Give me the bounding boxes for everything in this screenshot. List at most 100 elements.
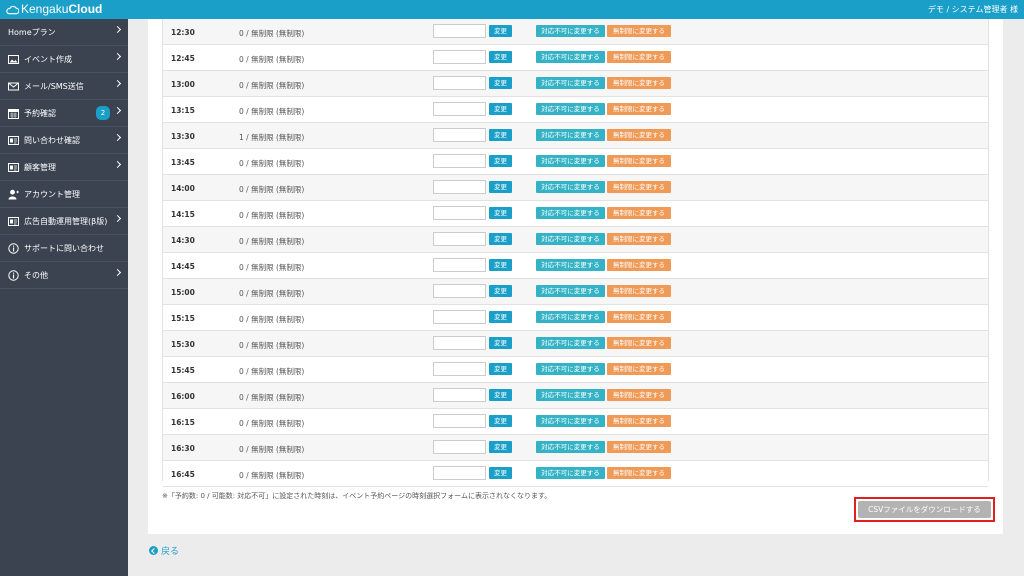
sidebar-item-label: 予約確認 xyxy=(24,108,56,118)
set-unlimited-button[interactable]: 無制限に変更する xyxy=(607,207,671,219)
change-button[interactable]: 変更 xyxy=(489,51,512,63)
capacity-input[interactable] xyxy=(433,76,486,90)
sidebar-item-7[interactable]: 広告自動運用管理(β版) xyxy=(0,208,128,235)
set-unlimited-button[interactable]: 無制限に変更する xyxy=(607,103,671,115)
sidebar-item-3[interactable]: 予約確認 2 xyxy=(0,100,128,127)
change-button[interactable]: 変更 xyxy=(489,415,512,427)
set-unlimited-button[interactable]: 無制限に変更する xyxy=(607,467,671,479)
csv-download-button[interactable]: CSVファイルをダウンロードする xyxy=(858,501,991,518)
change-button[interactable]: 変更 xyxy=(489,363,512,375)
sidebar-item-9[interactable]: その他 xyxy=(0,262,128,289)
set-not-available-button[interactable]: 対応不可に変更する xyxy=(536,51,605,63)
capacity-input[interactable] xyxy=(433,206,486,220)
capacity-input[interactable] xyxy=(433,180,486,194)
back-link-label: 戻る xyxy=(161,547,180,557)
set-not-available-button[interactable]: 対応不可に変更する xyxy=(536,441,605,453)
capacity-input[interactable] xyxy=(433,50,486,64)
set-unlimited-button[interactable]: 無制限に変更する xyxy=(607,129,671,141)
set-not-available-button[interactable]: 対応不可に変更する xyxy=(536,337,605,349)
mail-icon xyxy=(8,81,19,92)
capacity-input[interactable] xyxy=(433,310,486,324)
capacity-input[interactable] xyxy=(433,336,486,350)
logo[interactable]: Kengaku Cloud xyxy=(6,3,102,16)
change-button[interactable]: 変更 xyxy=(489,441,512,453)
set-unlimited-button[interactable]: 無制限に変更する xyxy=(607,389,671,401)
time-cell: 14:00 xyxy=(171,184,195,193)
change-button[interactable]: 変更 xyxy=(489,155,512,167)
change-button[interactable]: 変更 xyxy=(489,103,512,115)
set-unlimited-button[interactable]: 無制限に変更する xyxy=(607,25,671,37)
set-not-available-button[interactable]: 対応不可に変更する xyxy=(536,155,605,167)
change-button[interactable]: 変更 xyxy=(489,467,512,479)
table-row: 12:30 0 / 無制限 (無制限) 変更 対応不可に変更する 無制限に変更する xyxy=(163,19,988,45)
back-link[interactable]: 戻る xyxy=(149,544,179,557)
change-button[interactable]: 変更 xyxy=(489,285,512,297)
set-unlimited-button[interactable]: 無制限に変更する xyxy=(607,415,671,427)
sidebar-item-1[interactable]: イベント作成 xyxy=(0,46,128,73)
table-row: 16:45 0 / 無制限 (無制限) 変更 対応不可に変更する 無制限に変更する xyxy=(163,461,988,487)
set-unlimited-button[interactable]: 無制限に変更する xyxy=(607,259,671,271)
set-not-available-button[interactable]: 対応不可に変更する xyxy=(536,129,605,141)
capacity-input[interactable] xyxy=(433,258,486,272)
set-not-available-button[interactable]: 対応不可に変更する xyxy=(536,207,605,219)
sidebar-item-8[interactable]: サポートに問い合わせ xyxy=(0,235,128,262)
capacity-input[interactable] xyxy=(433,284,486,298)
change-button[interactable]: 変更 xyxy=(489,259,512,271)
change-button[interactable]: 変更 xyxy=(489,25,512,37)
sidebar-item-4[interactable]: 問い合わせ確認 xyxy=(0,127,128,154)
change-button[interactable]: 変更 xyxy=(489,233,512,245)
time-cell: 12:30 xyxy=(171,28,195,37)
capacity-input[interactable] xyxy=(433,102,486,116)
set-not-available-button[interactable]: 対応不可に変更する xyxy=(536,389,605,401)
set-unlimited-button[interactable]: 無制限に変更する xyxy=(607,311,671,323)
user-menu[interactable]: デモ / システム管理者 様 xyxy=(928,4,1018,15)
capacity-input[interactable] xyxy=(433,414,486,428)
set-unlimited-button[interactable]: 無制限に変更する xyxy=(607,181,671,193)
capacity-input[interactable] xyxy=(433,128,486,142)
sidebar-item-2[interactable]: メール/SMS送信 xyxy=(0,73,128,100)
change-button[interactable]: 変更 xyxy=(489,77,512,89)
set-unlimited-button[interactable]: 無制限に変更する xyxy=(607,155,671,167)
id-card-icon xyxy=(8,162,19,173)
set-unlimited-button[interactable]: 無制限に変更する xyxy=(607,285,671,297)
change-button[interactable]: 変更 xyxy=(489,389,512,401)
capacity-input[interactable] xyxy=(433,362,486,376)
set-not-available-button[interactable]: 対応不可に変更する xyxy=(536,103,605,115)
capacity-input[interactable] xyxy=(433,388,486,402)
set-not-available-button[interactable]: 対応不可に変更する xyxy=(536,363,605,375)
set-not-available-button[interactable]: 対応不可に変更する xyxy=(536,77,605,89)
set-not-available-button[interactable]: 対応不可に変更する xyxy=(536,415,605,427)
change-button[interactable]: 変更 xyxy=(489,311,512,323)
capacity-input[interactable] xyxy=(433,24,486,38)
time-cell: 15:45 xyxy=(171,366,195,375)
set-unlimited-button[interactable]: 無制限に変更する xyxy=(607,233,671,245)
capacity-input[interactable] xyxy=(433,440,486,454)
change-button[interactable]: 変更 xyxy=(489,181,512,193)
set-not-available-button[interactable]: 対応不可に変更する xyxy=(536,233,605,245)
capacity-input[interactable] xyxy=(433,154,486,168)
set-not-available-button[interactable]: 対応不可に変更する xyxy=(536,181,605,193)
sidebar-item-label: Homeプラン xyxy=(8,27,56,37)
set-not-available-button[interactable]: 対応不可に変更する xyxy=(536,311,605,323)
set-unlimited-button[interactable]: 無制限に変更する xyxy=(607,363,671,375)
set-unlimited-button[interactable]: 無制限に変更する xyxy=(607,441,671,453)
set-unlimited-button[interactable]: 無制限に変更する xyxy=(607,77,671,89)
capacity-input[interactable] xyxy=(433,232,486,246)
set-not-available-button[interactable]: 対応不可に変更する xyxy=(536,467,605,479)
sidebar-item-label: 問い合わせ確認 xyxy=(24,135,80,145)
change-button[interactable]: 変更 xyxy=(489,207,512,219)
capacity-input[interactable] xyxy=(433,466,486,480)
set-unlimited-button[interactable]: 無制限に変更する xyxy=(607,51,671,63)
sidebar-item-5[interactable]: 顧客管理 xyxy=(0,154,128,181)
sidebar-item-6[interactable]: アカウント管理 xyxy=(0,181,128,208)
set-not-available-button[interactable]: 対応不可に変更する xyxy=(536,285,605,297)
set-not-available-button[interactable]: 対応不可に変更する xyxy=(536,25,605,37)
count-cell: 0 / 無制限 (無制限) xyxy=(239,185,305,194)
set-not-available-button[interactable]: 対応不可に変更する xyxy=(536,259,605,271)
time-cell: 15:00 xyxy=(171,288,195,297)
set-unlimited-button[interactable]: 無制限に変更する xyxy=(607,337,671,349)
count-cell: 0 / 無制限 (無制限) xyxy=(239,289,305,298)
change-button[interactable]: 変更 xyxy=(489,337,512,349)
change-button[interactable]: 変更 xyxy=(489,129,512,141)
sidebar-item-0[interactable]: Homeプラン xyxy=(0,19,128,46)
